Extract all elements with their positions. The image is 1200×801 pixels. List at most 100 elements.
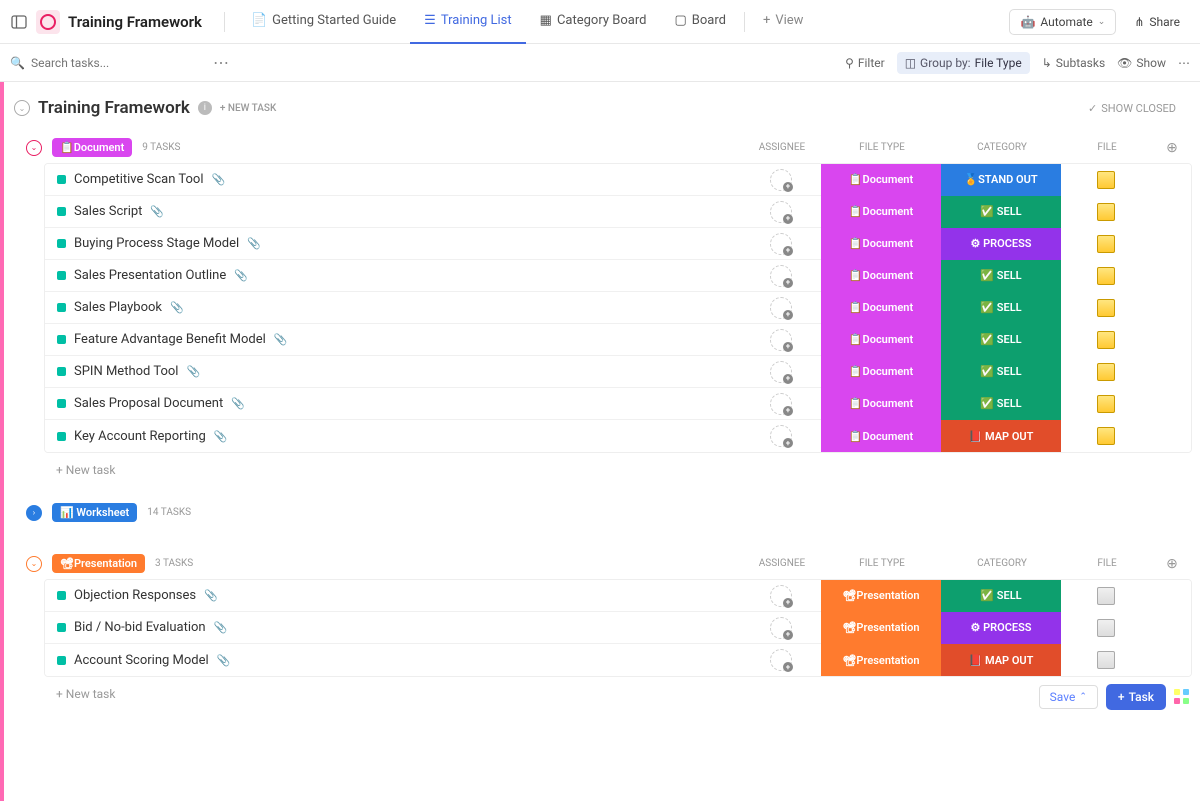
file-cell[interactable] bbox=[1061, 580, 1151, 612]
new-task-row[interactable]: + New task bbox=[26, 453, 1192, 477]
show-closed-button[interactable]: ✓SHOW CLOSED bbox=[1088, 102, 1176, 115]
status-square[interactable] bbox=[57, 271, 66, 280]
file-cell[interactable] bbox=[1061, 388, 1151, 420]
status-square[interactable] bbox=[57, 399, 66, 408]
file-type-cell[interactable]: 📋Document bbox=[821, 356, 941, 388]
attachment-icon[interactable]: 📎 bbox=[170, 301, 184, 314]
attachment-icon[interactable]: 📎 bbox=[186, 365, 200, 378]
file-cell[interactable] bbox=[1061, 260, 1151, 292]
panel-toggle-icon[interactable] bbox=[10, 13, 28, 31]
task-row[interactable]: Account Scoring Model 📎 📽Presentation 📕 … bbox=[45, 644, 1191, 676]
category-cell[interactable]: ✅ SELL bbox=[941, 388, 1061, 420]
status-square[interactable] bbox=[57, 303, 66, 312]
collapse-group-icon[interactable]: ⌄ bbox=[26, 556, 42, 572]
attachment-icon[interactable]: 📎 bbox=[231, 397, 245, 410]
category-cell[interactable]: ✅ SELL bbox=[941, 196, 1061, 228]
new-task-link[interactable]: + NEW TASK bbox=[220, 103, 276, 114]
category-cell[interactable]: 📕 MAP OUT bbox=[941, 420, 1061, 452]
category-cell[interactable]: ⚙ PROCESS bbox=[941, 228, 1061, 260]
file-cell[interactable] bbox=[1061, 356, 1151, 388]
attachment-icon[interactable]: 📎 bbox=[234, 269, 248, 282]
search-input[interactable] bbox=[31, 56, 187, 70]
show-button[interactable]: 👁Show bbox=[1117, 56, 1166, 70]
group-pill[interactable]: 📽Presentation bbox=[52, 554, 145, 573]
save-button[interactable]: Save⌃ bbox=[1039, 685, 1098, 709]
tab-board[interactable]: ▢Board bbox=[660, 0, 740, 44]
group-by-button[interactable]: ◫Group by: File Type bbox=[897, 52, 1030, 74]
automate-button[interactable]: 🤖Automate⌄ bbox=[1009, 9, 1116, 35]
task-row[interactable]: Sales Playbook 📎 📋Document ✅ SELL bbox=[45, 292, 1191, 324]
file-type-cell[interactable]: 📋Document bbox=[821, 260, 941, 292]
file-type-cell[interactable]: 📋Document bbox=[821, 196, 941, 228]
file-cell[interactable] bbox=[1061, 420, 1151, 452]
assignee-cell[interactable] bbox=[741, 324, 821, 356]
task-row[interactable]: Sales Presentation Outline 📎 📋Document ✅… bbox=[45, 260, 1191, 292]
assignee-cell[interactable] bbox=[741, 612, 821, 644]
status-square[interactable] bbox=[57, 623, 66, 632]
task-row[interactable]: Sales Proposal Document 📎 📋Document ✅ SE… bbox=[45, 388, 1191, 420]
file-type-cell[interactable]: 📋Document bbox=[821, 324, 941, 356]
category-cell[interactable]: ✅ SELL bbox=[941, 324, 1061, 356]
tab-getting-started[interactable]: 📄Getting Started Guide bbox=[237, 0, 410, 44]
task-row[interactable]: Buying Process Stage Model 📎 📋Document ⚙… bbox=[45, 228, 1191, 260]
subtasks-button[interactable]: ↳Subtasks bbox=[1042, 56, 1105, 70]
assignee-cell[interactable] bbox=[741, 420, 821, 452]
assignee-cell[interactable] bbox=[741, 644, 821, 676]
status-square[interactable] bbox=[57, 175, 66, 184]
file-cell[interactable] bbox=[1061, 292, 1151, 324]
file-type-cell[interactable]: 📋Document bbox=[821, 292, 941, 324]
status-square[interactable] bbox=[57, 656, 66, 665]
file-cell[interactable] bbox=[1061, 644, 1151, 676]
task-row[interactable]: Competitive Scan Tool 📎 📋Document 🏅STAND… bbox=[45, 164, 1191, 196]
task-row[interactable]: Objection Responses 📎 📽Presentation ✅ SE… bbox=[45, 580, 1191, 612]
task-row[interactable]: Bid / No-bid Evaluation 📎 📽Presentation … bbox=[45, 612, 1191, 644]
attachment-icon[interactable]: 📎 bbox=[247, 237, 261, 250]
category-cell[interactable]: ✅ SELL bbox=[941, 292, 1061, 324]
task-row[interactable]: SPIN Method Tool 📎 📋Document ✅ SELL bbox=[45, 356, 1191, 388]
group-pill[interactable]: 📊 Worksheet bbox=[52, 503, 137, 522]
collapse-group-icon[interactable]: ⌄ bbox=[26, 140, 42, 156]
status-square[interactable] bbox=[57, 239, 66, 248]
share-button[interactable]: ⋔Share bbox=[1124, 10, 1190, 34]
file-cell[interactable] bbox=[1061, 196, 1151, 228]
file-type-cell[interactable]: 📋Document bbox=[821, 420, 941, 452]
assignee-cell[interactable] bbox=[741, 196, 821, 228]
assignee-cell[interactable] bbox=[741, 292, 821, 324]
apps-icon[interactable] bbox=[1174, 689, 1190, 705]
task-row[interactable]: Sales Script 📎 📋Document ✅ SELL bbox=[45, 196, 1191, 228]
assignee-cell[interactable] bbox=[741, 388, 821, 420]
assignee-cell[interactable] bbox=[741, 228, 821, 260]
assignee-cell[interactable] bbox=[741, 164, 821, 196]
add-view-button[interactable]: +View bbox=[749, 0, 818, 44]
status-square[interactable] bbox=[57, 207, 66, 216]
status-square[interactable] bbox=[57, 591, 66, 600]
search-more-icon[interactable]: ⋯ bbox=[193, 53, 249, 72]
file-cell[interactable] bbox=[1061, 612, 1151, 644]
info-icon[interactable]: i bbox=[198, 101, 212, 115]
task-row[interactable]: Feature Advantage Benefit Model 📎 📋Docum… bbox=[45, 324, 1191, 356]
status-square[interactable] bbox=[57, 335, 66, 344]
tab-category-board[interactable]: ▦Category Board bbox=[526, 0, 661, 44]
attachment-icon[interactable]: 📎 bbox=[214, 430, 228, 443]
collapse-list-icon[interactable]: ⌄ bbox=[14, 100, 30, 116]
attachment-icon[interactable]: 📎 bbox=[217, 654, 231, 667]
attachment-icon[interactable]: 📎 bbox=[204, 589, 218, 602]
filter-button[interactable]: ⚲Filter bbox=[845, 56, 885, 70]
file-type-cell[interactable]: 📋Document bbox=[821, 388, 941, 420]
file-type-cell[interactable]: 📋Document bbox=[821, 164, 941, 196]
tab-training-list[interactable]: ☰Training List bbox=[410, 0, 526, 44]
category-cell[interactable]: 📕 MAP OUT bbox=[941, 644, 1061, 676]
category-cell[interactable]: ✅ SELL bbox=[941, 580, 1061, 612]
group-pill[interactable]: 📋Document bbox=[52, 138, 132, 157]
assignee-cell[interactable] bbox=[741, 580, 821, 612]
attachment-icon[interactable]: 📎 bbox=[214, 621, 228, 634]
assignee-cell[interactable] bbox=[741, 356, 821, 388]
task-row[interactable]: Key Account Reporting 📎 📋Document 📕 MAP … bbox=[45, 420, 1191, 452]
file-type-cell[interactable]: 📽Presentation bbox=[821, 644, 941, 676]
collapse-group-icon[interactable]: › bbox=[26, 505, 42, 521]
attachment-icon[interactable]: 📎 bbox=[274, 333, 288, 346]
add-column-icon[interactable]: ⊕ bbox=[1152, 140, 1192, 156]
category-cell[interactable]: ⚙ PROCESS bbox=[941, 612, 1061, 644]
status-square[interactable] bbox=[57, 432, 66, 441]
file-cell[interactable] bbox=[1061, 164, 1151, 196]
